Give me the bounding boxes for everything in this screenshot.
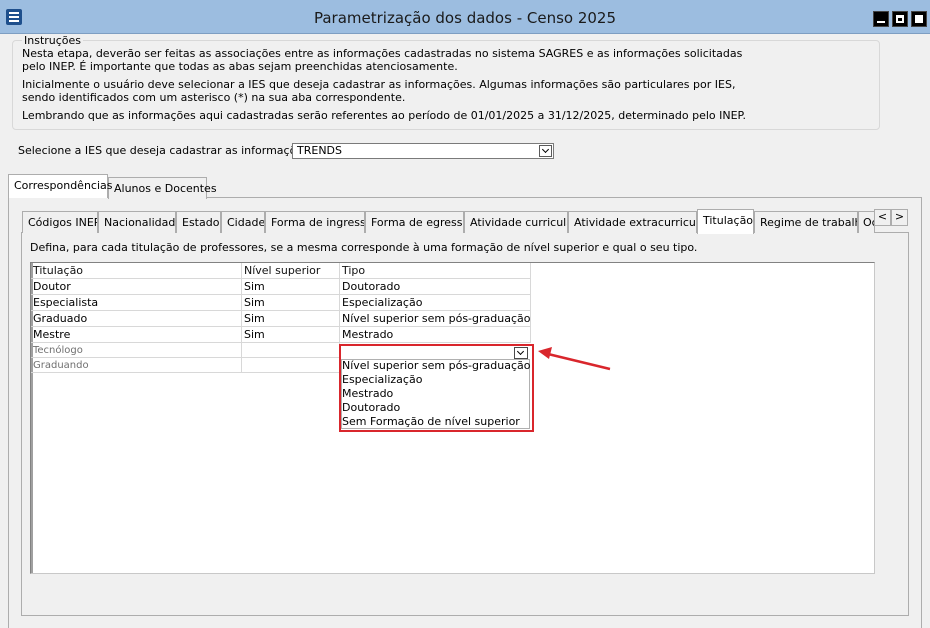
annotation-arrow-icon: [538, 347, 611, 371]
